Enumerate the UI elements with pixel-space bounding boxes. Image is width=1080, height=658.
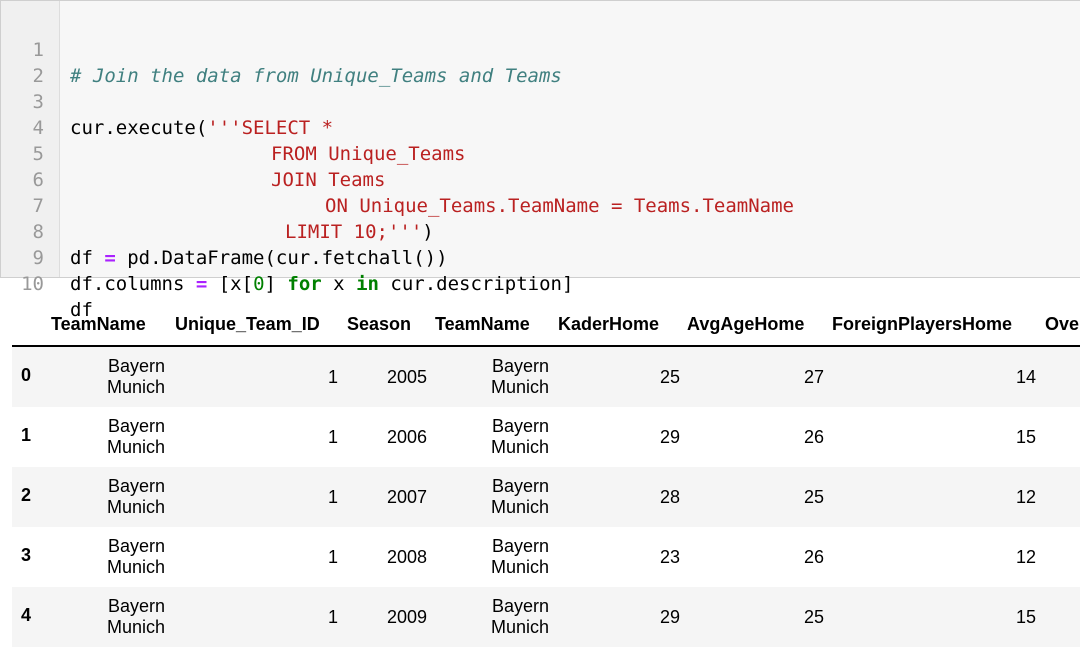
kader-home-cell: 23 bbox=[659, 547, 680, 567]
team-name-cell: Bayern Munich bbox=[490, 536, 549, 577]
table-row: 2 Bayern Munich 1 2007 Bayern Munich 28 25… bbox=[12, 467, 1080, 527]
avg-age-home-cell: 26 bbox=[803, 427, 824, 447]
code-text: [x[ bbox=[207, 273, 254, 295]
season-cell: 2009 bbox=[386, 607, 427, 627]
code-number: 0 bbox=[253, 273, 265, 295]
code-line-10: 10 df bbox=[1, 245, 1080, 321]
table-row: 1 Bayern Munich 1 2006 Bayern Munich 29 26… bbox=[12, 407, 1080, 467]
code-line-6: 6 ON Unique_Teams.TeamName = Teams.TeamN… bbox=[1, 141, 1080, 217]
code-text: ] bbox=[264, 273, 288, 295]
team-name-cell: Bayern Munich bbox=[490, 356, 549, 397]
foreign-players-home-cell: 14 bbox=[1015, 367, 1036, 387]
table-row: 0 Bayern Munich 1 2005 Bayern Munich 25 27… bbox=[12, 347, 1080, 407]
column-header: Ove bbox=[1045, 314, 1080, 334]
avg-age-home-cell: 26 bbox=[803, 547, 824, 567]
kader-home-cell: 29 bbox=[659, 607, 680, 627]
code-keyword: in bbox=[356, 273, 379, 295]
unique-team-id-cell: 1 bbox=[327, 547, 338, 567]
column-header: TeamName bbox=[435, 314, 530, 334]
column-header: TeamName bbox=[51, 314, 146, 334]
season-cell: 2008 bbox=[386, 547, 427, 567]
code-line-3: 3 cur.execute('''SELECT * bbox=[1, 63, 1080, 139]
unique-team-id-cell: 1 bbox=[327, 487, 338, 507]
column-header: KaderHome bbox=[558, 314, 660, 334]
foreign-players-home-cell: 12 bbox=[1015, 487, 1036, 507]
avg-age-home-cell: 25 bbox=[803, 607, 824, 627]
team-name-cell: Bayern Munich bbox=[106, 596, 165, 637]
kader-home-cell: 28 bbox=[659, 487, 680, 507]
code-text: df.columns bbox=[70, 273, 196, 295]
season-cell: 2006 bbox=[386, 427, 427, 447]
table-row: 4 Bayern Munich 1 2009 Bayern Munich 29 25… bbox=[12, 587, 1080, 647]
season-cell: 2007 bbox=[386, 487, 427, 507]
team-name-cell: Bayern Munich bbox=[106, 476, 165, 517]
code-text: x bbox=[321, 273, 357, 295]
table-header-row: TeamName Unique_Team_ID Season TeamName … bbox=[0, 300, 1080, 346]
foreign-players-home-cell: 15 bbox=[1015, 607, 1036, 627]
season-cell: 2005 bbox=[386, 367, 427, 387]
avg-age-home-cell: 27 bbox=[803, 367, 824, 387]
row-index: 4 bbox=[21, 605, 32, 625]
table-row: 3 Bayern Munich 1 2008 Bayern Munich 23 26… bbox=[12, 527, 1080, 587]
avg-age-home-cell: 25 bbox=[803, 487, 824, 507]
row-index: 2 bbox=[21, 485, 32, 505]
team-name-cell: Bayern Munich bbox=[106, 356, 165, 397]
row-index: 1 bbox=[21, 425, 32, 445]
code-line-4: 4 FROM Unique_Teams bbox=[1, 89, 1080, 165]
code-line-8: 8 df = pd.DataFrame(cur.fetchall()) bbox=[1, 193, 1080, 269]
team-name-cell: Bayern Munich bbox=[106, 536, 165, 577]
column-header: AvgAgeHome bbox=[687, 314, 805, 334]
unique-team-id-cell: 1 bbox=[327, 367, 338, 387]
column-header: Unique_Team_ID bbox=[175, 314, 320, 334]
column-header: ForeignPlayersHome bbox=[832, 314, 1013, 334]
team-name-cell: Bayern Munich bbox=[106, 416, 165, 457]
code-line-5: 5 JOIN Teams bbox=[1, 115, 1080, 191]
kader-home-cell: 25 bbox=[659, 367, 680, 387]
code-cell-editor[interactable]: 1 # Join the data from Unique_Teams and … bbox=[0, 0, 1080, 321]
row-index: 0 bbox=[21, 365, 32, 385]
column-header: Season bbox=[347, 314, 412, 334]
team-name-cell: Bayern Munich bbox=[490, 596, 549, 637]
foreign-players-home-cell: 15 bbox=[1015, 427, 1036, 447]
team-name-cell: Bayern Munich bbox=[490, 416, 549, 457]
foreign-players-home-cell: 12 bbox=[1015, 547, 1036, 567]
code-keyword: for bbox=[287, 273, 322, 295]
row-index: 3 bbox=[21, 545, 32, 565]
code-text: cur.description] bbox=[378, 273, 574, 295]
code-line-1: 1 # Join the data from Unique_Teams and … bbox=[1, 11, 1080, 87]
unique-team-id-cell: 1 bbox=[327, 607, 338, 627]
line-number: 10 bbox=[21, 273, 44, 295]
team-name-cell: Bayern Munich bbox=[490, 476, 549, 517]
unique-team-id-cell: 1 bbox=[327, 427, 338, 447]
code-line-7: 7 LIMIT 10;''') bbox=[1, 167, 1080, 243]
code-line-9: 9 df.columns = [x[0] for x in cur.descri… bbox=[1, 219, 1080, 295]
kader-home-cell: 29 bbox=[659, 427, 680, 447]
code-operator: = bbox=[195, 273, 208, 295]
code-line-2: 2 bbox=[1, 37, 1080, 87]
dataframe-output: TeamName Unique_Team_ID Season TeamName … bbox=[0, 300, 1080, 658]
